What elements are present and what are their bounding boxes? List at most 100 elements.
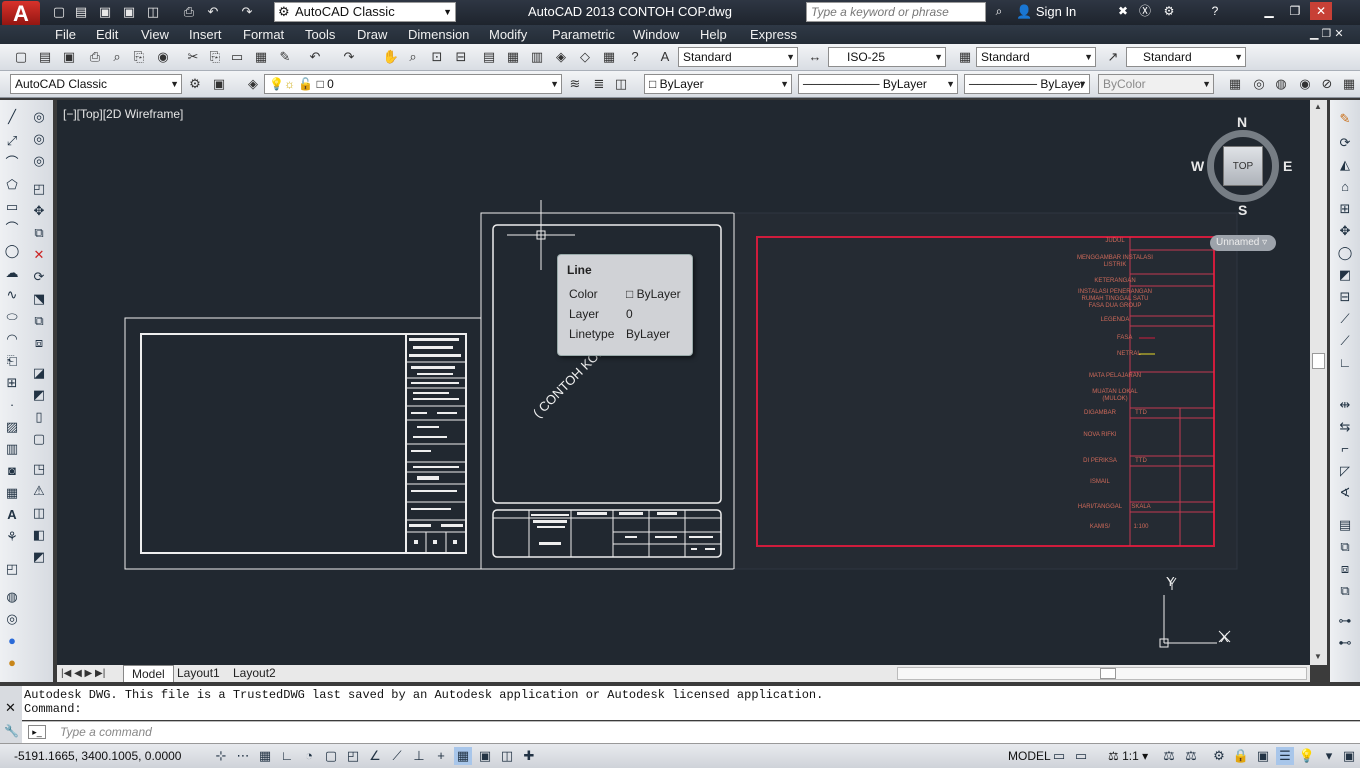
doc-window-controls[interactable]: ▁ ❐ ✕ xyxy=(1310,25,1358,44)
quick-view-layouts-icon[interactable]: ▭ xyxy=(1050,747,1068,765)
insert-block-icon[interactable]: ⎗ xyxy=(3,352,21,370)
dim-aligned-icon[interactable]: ⟋ xyxy=(1336,310,1354,328)
sheet-set-icon[interactable]: ◈ xyxy=(552,48,570,66)
menu-view[interactable]: View xyxy=(141,25,169,44)
dim-linear-icon[interactable]: ⊟ xyxy=(1336,288,1354,306)
infer-constraints-icon[interactable]: ⊹ xyxy=(212,747,230,765)
workspace-switching-icon[interactable]: ⚙ xyxy=(1210,747,1228,765)
copy-object-icon[interactable]: ◎ xyxy=(30,130,48,148)
sign-in-button[interactable]: 👤 Sign In xyxy=(1016,0,1076,25)
tab-layout2[interactable]: Layout2 xyxy=(233,665,276,682)
multiline-text-icon[interactable]: A xyxy=(3,506,21,524)
lineweight-dropdown[interactable]: ──────── ByLayer ▼ xyxy=(964,74,1090,94)
render-icon[interactable]: ▦ xyxy=(1226,75,1244,93)
dim-diameter-icon[interactable]: ◸ xyxy=(1336,462,1354,480)
region-icon[interactable]: ◙ xyxy=(3,462,21,480)
tab-layout1[interactable]: Layout1 xyxy=(177,665,220,682)
viewcube-top-face[interactable]: TOP xyxy=(1223,146,1263,186)
polar-tracking-icon[interactable]: ◔ xyxy=(300,747,318,765)
annotation-monitor-icon[interactable]: ✚ xyxy=(520,747,538,765)
chamfer-icon[interactable]: ▯ xyxy=(30,408,48,426)
table-style-dropdown[interactable]: Standard ▼ xyxy=(976,47,1096,67)
workspace-dropdown[interactable]: ⚙ AutoCAD Classic ▼ xyxy=(274,2,456,22)
compass-e[interactable]: E xyxy=(1283,158,1292,174)
ucs-menu[interactable]: Unnamed ▿ xyxy=(1210,235,1276,251)
polyline-icon[interactable]: ⌒ xyxy=(3,154,21,172)
linetype-dropdown[interactable]: ───────── ByLayer ▼ xyxy=(798,74,958,94)
line-icon[interactable]: ╱ xyxy=(3,108,21,126)
stretch-icon[interactable]: ⬔ xyxy=(30,290,48,308)
sphere-icon[interactable]: ◍ xyxy=(3,588,21,606)
gradient-icon[interactable]: ▥ xyxy=(3,440,21,458)
revision-cloud-icon[interactable]: ☁ xyxy=(3,264,21,282)
tab-nav-arrows[interactable]: |◀ ◀ ▶ ▶| xyxy=(61,665,105,682)
move-3d-icon[interactable]: ✥ xyxy=(1336,222,1354,240)
make-block-icon[interactable]: ⊞ xyxy=(3,374,21,392)
dim-style-icon[interactable]: ↔ xyxy=(806,48,824,66)
move-icon[interactable]: ⧉ xyxy=(30,224,48,242)
restore-icon[interactable]: ❐ xyxy=(1284,2,1306,20)
jogged-linear-icon[interactable]: ⧉ xyxy=(1336,582,1354,600)
viewcube[interactable]: TOP N S E W xyxy=(1191,114,1293,218)
command-line[interactable]: ▸_ Type a command xyxy=(22,721,1360,743)
array-icon[interactable]: ✥ xyxy=(30,202,48,220)
brush-icon[interactable]: ✎ xyxy=(1336,110,1354,128)
autodesk-x-icon[interactable]: Ⓧ xyxy=(1134,2,1156,20)
layer-properties-icon[interactable]: ◈ xyxy=(244,75,262,93)
color-dropdown[interactable]: □ ByLayer ▼ xyxy=(644,74,792,94)
3d-print-icon[interactable]: ◉ xyxy=(154,48,172,66)
markup-icon[interactable]: ◇ xyxy=(576,48,594,66)
table-style-icon[interactable]: ▦ xyxy=(956,48,974,66)
compass-n[interactable]: N xyxy=(1237,114,1247,130)
sun-icon[interactable]: ⊘ xyxy=(1318,75,1336,93)
zoom-window-icon[interactable]: ⊡ xyxy=(428,48,446,66)
align-icon[interactable]: ◩ xyxy=(1336,266,1354,284)
lineweight-icon[interactable]: + xyxy=(432,747,450,765)
scale-icon[interactable]: ⟳ xyxy=(30,268,48,286)
circle-icon[interactable]: ◯ xyxy=(3,242,21,260)
lightbulb-icon[interactable]: 💡 xyxy=(1298,747,1316,765)
erase-icon[interactable]: ◎ xyxy=(30,108,48,126)
inspection-icon[interactable]: ⧈ xyxy=(1336,560,1354,578)
menu-parametric[interactable]: Parametric xyxy=(552,25,615,44)
lock-icon[interactable]: 🔒 xyxy=(1232,747,1250,765)
coordinate-readout[interactable]: -5191.1665, 3400.1005, 0.0000 xyxy=(14,749,181,763)
tolerance-icon[interactable]: ▤ xyxy=(1336,516,1354,534)
new-icon[interactable]: ▢ xyxy=(50,3,68,21)
annotation-visibility-icon[interactable]: ⚖ xyxy=(1160,747,1178,765)
arc-icon[interactable]: ⌒ xyxy=(3,220,21,238)
ortho-mode-icon[interactable]: ∟ xyxy=(278,747,296,765)
save-icon[interactable]: ▣ xyxy=(96,3,114,21)
ellipse-arc-icon[interactable]: ◠ xyxy=(3,330,21,348)
offset-icon[interactable]: ◰ xyxy=(30,180,48,198)
plot-preview-icon[interactable]: ◫ xyxy=(144,3,162,21)
workspace-customize-icon[interactable]: ▣ xyxy=(210,75,228,93)
spline-icon[interactable]: ∿ xyxy=(3,286,21,304)
plot-icon[interactable]: ⎙ xyxy=(180,3,198,21)
save-as-icon[interactable]: ▣ xyxy=(120,3,138,21)
compass-s[interactable]: S xyxy=(1238,202,1247,218)
menu-edit[interactable]: Edit xyxy=(96,25,118,44)
undo-icon[interactable]: ↶ xyxy=(204,3,222,21)
object-snap-tracking-icon[interactable]: ∠ xyxy=(366,747,384,765)
dim-style-dropdown[interactable]: ISO-25 ▼ xyxy=(828,47,946,67)
dim-arc-icon[interactable]: ⟋ xyxy=(1336,332,1354,350)
isolate-objects-icon[interactable]: ☰ xyxy=(1276,747,1294,765)
fillet-icon[interactable]: ▢ xyxy=(30,430,48,448)
tab-model[interactable]: Model xyxy=(123,665,174,682)
menu-dimension[interactable]: Dimension xyxy=(408,25,469,44)
layer-dropdown[interactable]: 💡☼ 🔓 □ 0 ▼ xyxy=(264,74,562,94)
construction-line-icon[interactable]: ⤢ xyxy=(3,132,21,150)
layer-states-icon[interactable]: ◫ xyxy=(612,75,630,93)
vertical-scroll-thumb[interactable] xyxy=(1312,353,1325,369)
preview-icon[interactable]: ⌕ xyxy=(108,48,126,66)
quick-properties-icon[interactable]: ▣ xyxy=(476,747,494,765)
visual-style-icon[interactable]: ◍ xyxy=(1272,75,1290,93)
minimize-icon[interactable]: ▁ xyxy=(1258,2,1280,20)
explode-icon[interactable]: ◳ xyxy=(30,460,48,478)
help-icon[interactable]: ? xyxy=(1204,2,1226,20)
make-object-layer-current-icon[interactable]: ≋ xyxy=(566,75,584,93)
solid-edit-icon[interactable]: ◫ xyxy=(30,504,48,522)
undo-icon[interactable]: ↶ xyxy=(306,48,324,66)
menu-format[interactable]: Format xyxy=(243,25,284,44)
